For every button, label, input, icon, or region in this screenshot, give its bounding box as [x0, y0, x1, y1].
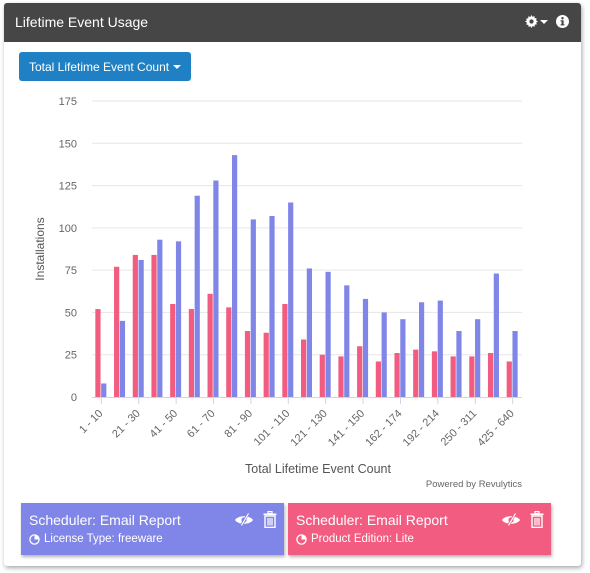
segment-card-title: Scheduler: Email Report: [29, 512, 181, 528]
bar-lite[interactable]: [394, 353, 400, 397]
hide-icon[interactable]: [501, 512, 521, 527]
segment-card-lite: Scheduler: Email Report Product Edition:…: [288, 503, 551, 555]
bar-lite[interactable]: [506, 361, 512, 397]
bar-lite[interactable]: [375, 361, 381, 397]
segment-card-filter: License Type: freeware: [29, 533, 163, 545]
bar-lite[interactable]: [263, 332, 269, 397]
x-tick-label: 192 - 214: [401, 408, 442, 449]
pie-icon: [29, 533, 40, 545]
bar-lite[interactable]: [357, 346, 363, 397]
bar-lite[interactable]: [413, 349, 419, 397]
bar-freeware[interactable]: [194, 195, 200, 397]
x-tick-label: 61 - 70: [185, 408, 218, 441]
bar-lite[interactable]: [431, 351, 438, 397]
bar-lite[interactable]: [450, 356, 456, 397]
segment-card-actions: [234, 511, 277, 528]
bar-freeware[interactable]: [493, 273, 499, 397]
x-tick-label: 41 - 50: [148, 408, 181, 441]
y-axis-title: Installations: [33, 217, 47, 280]
bar-freeware[interactable]: [269, 216, 275, 397]
bar-freeware[interactable]: [306, 268, 312, 397]
bar-lite[interactable]: [301, 339, 307, 397]
bar-freeware[interactable]: [232, 155, 238, 397]
bar-lite[interactable]: [132, 254, 138, 397]
bar-freeware[interactable]: [400, 319, 406, 397]
bar-lite[interactable]: [244, 331, 251, 397]
x-tick-label: 1 - 10: [77, 408, 105, 436]
bar-freeware[interactable]: [288, 202, 294, 397]
widget-panel: Lifetime Event Usage Total Lifetime Even…: [4, 3, 581, 566]
x-tick-label: 425 - 640: [475, 408, 516, 449]
y-tick-label: 100: [59, 223, 77, 235]
x-tick-label: 101 - 110: [252, 408, 293, 449]
x-tick-label: 121 - 130: [288, 408, 329, 449]
bar-freeware[interactable]: [175, 241, 182, 397]
segment-card-title: Scheduler: Email Report: [296, 512, 448, 528]
bar-lite[interactable]: [487, 353, 494, 397]
bar-freeware[interactable]: [381, 312, 387, 397]
bar-freeware[interactable]: [101, 383, 107, 397]
y-tick-label: 0: [71, 392, 77, 404]
bar-freeware[interactable]: [325, 271, 331, 397]
trash-icon[interactable]: [263, 511, 277, 528]
bar-freeware[interactable]: [456, 331, 462, 397]
bar-chart: 0 25 50 75 100 125 150 175 1 - 10 21 - 30 41 - 50…: [33, 96, 522, 476]
bar-freeware[interactable]: [119, 320, 126, 397]
bar-freeware[interactable]: [512, 331, 518, 397]
bar-freeware[interactable]: [475, 319, 481, 397]
x-tick-label: 21 - 30: [110, 408, 143, 441]
bar-freeware[interactable]: [344, 285, 350, 397]
x-tick-label: 141 - 150: [326, 408, 367, 449]
bar-lite[interactable]: [282, 303, 288, 397]
bar-lite[interactable]: [207, 293, 213, 397]
x-tick-label: 162 - 174: [363, 408, 404, 449]
bar-lite[interactable]: [469, 356, 475, 397]
bar-freeware[interactable]: [157, 239, 163, 397]
y-tick-label: 175: [59, 96, 77, 108]
bar-freeware[interactable]: [250, 219, 256, 397]
bar-freeware[interactable]: [213, 180, 219, 397]
x-axis-title: Total Lifetime Event Count: [245, 462, 391, 476]
bar-freeware[interactable]: [362, 298, 369, 397]
bar-lite[interactable]: [188, 309, 195, 397]
bar-freeware[interactable]: [437, 300, 443, 397]
segment-card-actions: [501, 511, 544, 528]
segment-card-freeware: Scheduler: Email Report License Type: fr…: [21, 503, 284, 555]
y-tick-label: 125: [59, 181, 77, 193]
x-tick-label: 250 - 311: [439, 408, 480, 449]
y-tick-label: 50: [65, 307, 77, 319]
bar-lite[interactable]: [170, 303, 176, 397]
trash-icon[interactable]: [530, 511, 544, 528]
y-tick-label: 25: [65, 350, 77, 362]
pie-icon: [296, 533, 307, 545]
bar-lite[interactable]: [114, 266, 120, 397]
x-tick-label: 81 - 90: [222, 408, 255, 441]
bar-lite[interactable]: [151, 254, 157, 397]
y-tick-label: 150: [59, 138, 77, 150]
hide-icon[interactable]: [234, 512, 254, 527]
bar-freeware[interactable]: [418, 302, 425, 397]
segment-card-filter-text: License Type: freeware: [44, 533, 163, 545]
y-tick-label: 75: [65, 265, 77, 277]
segment-card-filter: Product Edition: Lite: [296, 533, 414, 545]
bar-lite[interactable]: [226, 307, 232, 397]
segment-card-filter-text: Product Edition: Lite: [311, 533, 414, 545]
bar-lite[interactable]: [95, 309, 101, 397]
bar-lite[interactable]: [319, 354, 325, 397]
bar-lite[interactable]: [338, 356, 344, 397]
bar-freeware[interactable]: [138, 259, 144, 397]
powered-by-credit: Powered by Revulytics: [425, 479, 522, 490]
